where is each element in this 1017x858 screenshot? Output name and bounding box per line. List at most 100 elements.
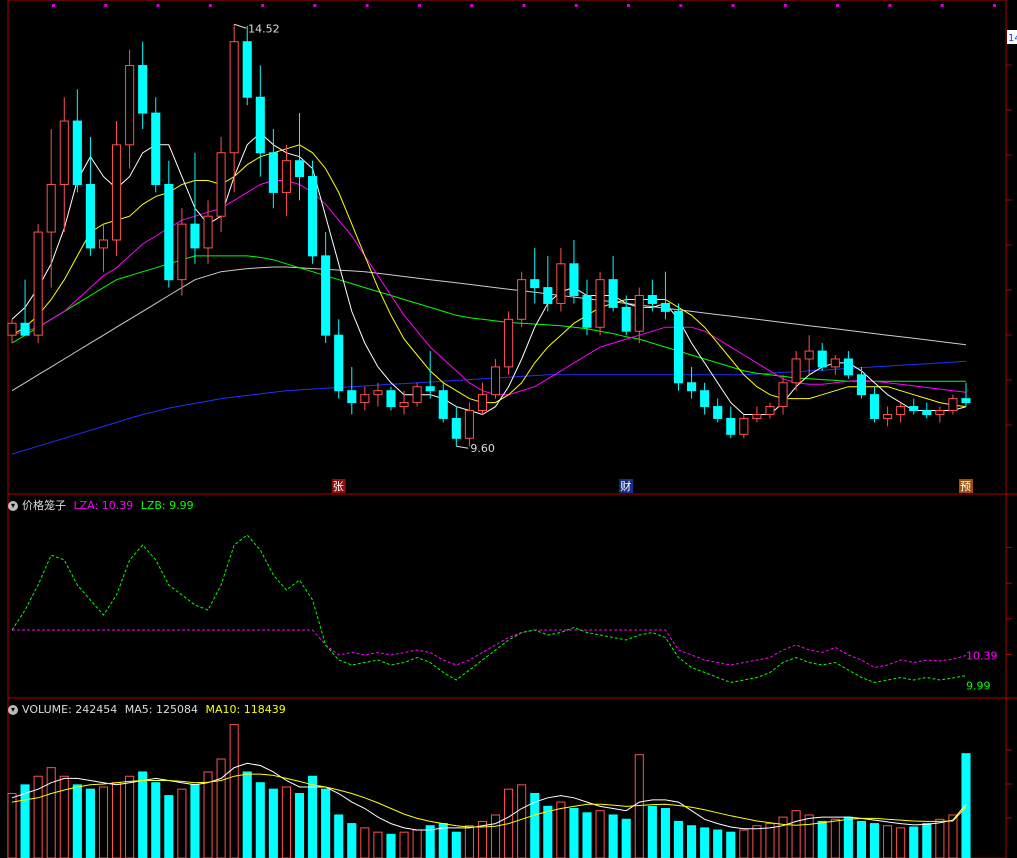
candle-body [46,183,56,233]
candle-body [647,295,657,304]
volume-bar [909,826,919,858]
volume-bar [935,818,945,858]
volume-bar [72,784,82,858]
volume-bar [922,823,932,858]
top-marker [574,4,578,7]
candle-body [490,366,501,396]
top-marker [992,4,996,7]
candle-body [347,390,357,404]
candle-body [425,386,435,392]
volume-bar [883,825,893,858]
candle-body [726,417,736,435]
top-marker [208,4,212,7]
volume-bar [673,820,684,858]
candle-body [177,223,187,281]
volume-bar [412,829,422,858]
price-ma250-line [11,360,967,455]
top-marker [104,4,108,7]
top-marker [365,4,369,7]
candle-body [138,65,148,114]
top-marker [627,4,631,7]
volume-bar [556,801,566,858]
candle-body [896,406,906,415]
volume-bar [490,814,501,858]
candle-body [281,160,291,193]
candle-body [569,263,579,297]
candle-body [477,394,488,412]
volume-bar [360,827,370,858]
candle-body [229,41,239,154]
volume-bar [20,784,30,858]
volume-bar [621,818,631,858]
candle-body [556,263,566,304]
volume-bar [791,810,801,858]
candle-body [504,318,514,368]
candle-body [255,96,265,154]
volume-bar [321,788,331,858]
candle-body [856,374,867,396]
candle-body [464,410,474,439]
candle-body [438,390,448,419]
top-marker [156,4,160,7]
candle-body [308,176,318,257]
top-marker [679,4,683,7]
candle-body [111,144,122,241]
volume-bar [125,775,135,858]
volume-bar [869,823,880,858]
volume-bar [830,818,840,858]
candle-body [203,215,213,249]
candle-body [608,279,618,308]
top-marker [731,4,735,7]
volume-bar [111,782,122,858]
chevron-down-icon[interactable]: ▾ [8,501,18,511]
candle-body [530,279,540,289]
candle-body [804,350,814,360]
candle-body [883,413,893,419]
cage-lza-line [12,629,967,669]
candle-body [673,310,684,384]
stock-chart-window: 14.529.6014张财榜预10.399.99 ▾价格笼子 LZA: 10.3… [0,0,1017,858]
vol-ma5-label: MA5: 125084 [124,703,198,716]
candle-body [700,390,710,408]
candle-body [660,302,670,312]
volume-bar [255,782,265,858]
candle-body [360,394,370,404]
chevron-down-icon[interactable]: ▾ [8,705,18,715]
volume-bar [739,829,749,858]
top-marker [261,4,265,7]
candle-body [582,295,592,328]
candle-body [216,152,226,217]
candle-body [909,406,919,412]
candle-body [778,382,788,408]
candle-body [373,390,383,396]
lza-end-label: 10.39 [966,650,998,663]
candle-body [412,386,422,404]
candle-body [935,410,945,415]
volume-bar [281,786,291,858]
cage-panel-header: ▾ 价格笼子 LZA: 10.39 LZB: 9.99 [8,499,194,513]
volume-bar [373,831,383,858]
volume-bar [268,788,278,858]
volume-bar [386,833,396,858]
candle-body [634,295,644,332]
candle-body [294,160,305,178]
volume-bar [543,805,553,858]
volume-bar [177,788,187,858]
candle-body [190,223,200,249]
top-marker [888,4,892,7]
volume-bar [33,775,43,858]
lza-label: LZA: 10.39 [73,499,134,512]
candle-body [517,279,527,320]
candle-body [687,382,697,392]
candle-body [961,398,971,404]
candle-body [739,417,749,435]
volume-bar [334,814,344,858]
candle-body [334,334,344,392]
volume-bar [517,784,527,858]
candle-body [85,183,95,249]
event-badge: 张 [333,480,344,493]
top-marker [52,4,55,7]
top-marker [313,4,317,7]
chart-canvas: 14.529.6014张财榜预10.399.99 [7,0,1017,858]
volume-bar [59,775,69,858]
